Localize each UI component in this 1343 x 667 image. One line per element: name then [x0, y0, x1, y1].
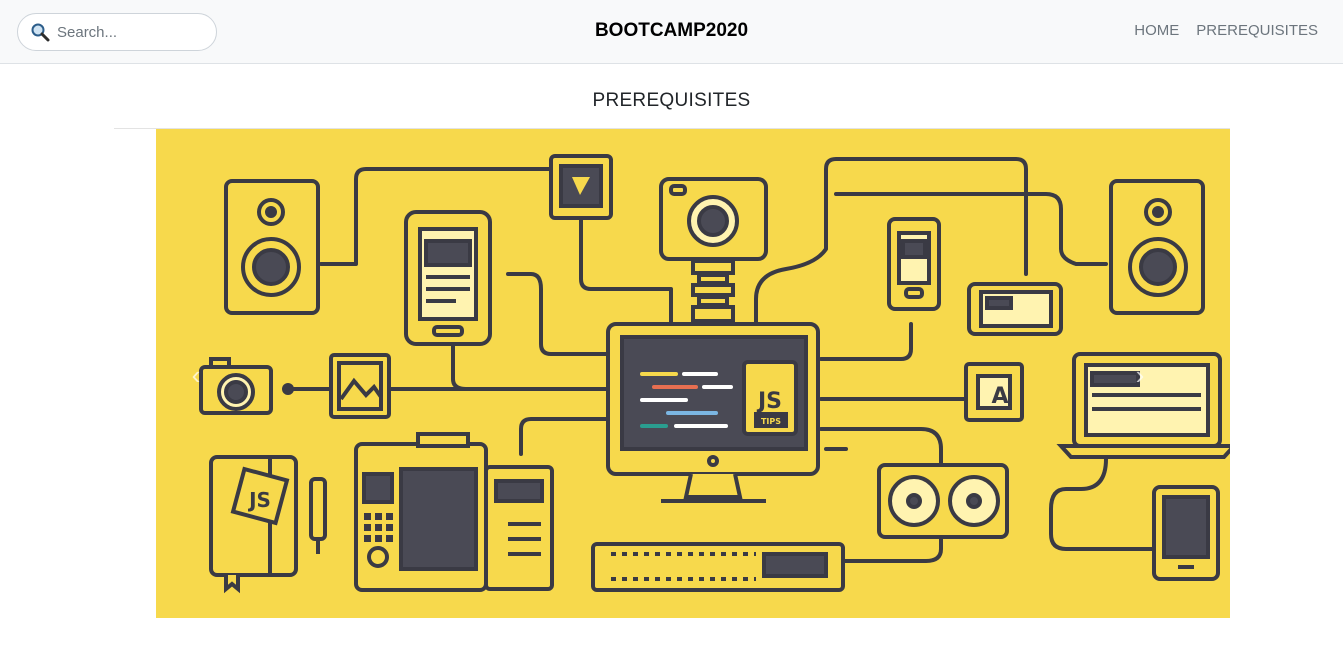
tech-illustration: JS TIPS A JS: [199, 154, 1230, 594]
search-input[interactable]: [55, 22, 209, 42]
navbar: BOOTCAMP2020 HOME PREREQUISITES: [0, 0, 1343, 64]
carousel-prev-button[interactable]: ‹: [176, 345, 216, 405]
nav-prerequisites-link[interactable]: PREREQUISITES: [1196, 22, 1318, 39]
search-icon: [31, 23, 50, 42]
nav-home-link[interactable]: HOME: [1134, 22, 1179, 39]
brand-title[interactable]: BOOTCAMP2020: [595, 20, 748, 41]
carousel-next-button[interactable]: ›: [1120, 345, 1160, 405]
a-box-text: A: [991, 384, 1008, 409]
image-carousel[interactable]: JS TIPS A JS ‹ ›: [156, 129, 1230, 618]
nav-links: HOME PREREQUISITES: [1134, 22, 1318, 39]
search-box[interactable]: [17, 13, 217, 51]
notebook-js-text: JS: [247, 488, 271, 512]
page-title: PREREQUISITES: [592, 90, 751, 111]
js-badge-text: JS: [756, 389, 782, 414]
js-badge-subtext: TIPS: [761, 417, 781, 426]
